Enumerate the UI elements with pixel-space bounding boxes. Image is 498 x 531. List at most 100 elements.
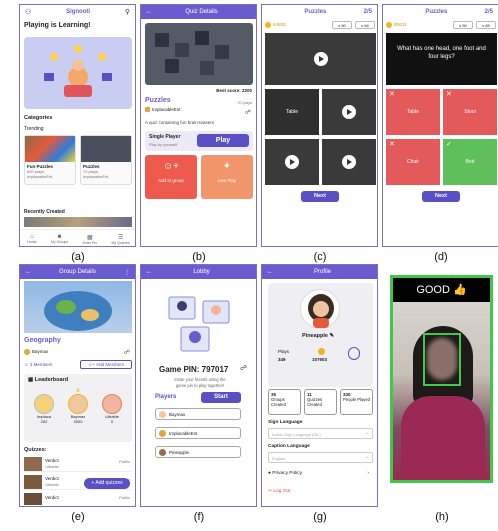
question-video[interactable]	[265, 33, 376, 85]
woman-avatar	[308, 294, 334, 328]
single-player-label: Single Player	[149, 134, 181, 140]
start-button[interactable]: Start	[201, 392, 241, 403]
next-button[interactable]: Next	[422, 191, 460, 202]
back-icon[interactable]: ←	[146, 9, 152, 15]
more-icon[interactable]: ⋮	[124, 269, 130, 276]
answer-video-3[interactable]	[265, 139, 319, 185]
next-button[interactable]: Next	[301, 191, 339, 202]
edit-icon[interactable]: ✎	[330, 333, 335, 339]
chevron-down-icon: ⌄	[364, 454, 369, 460]
quiz-cover-image	[145, 23, 253, 85]
recent-strip	[24, 217, 132, 227]
back-icon[interactable]: ←	[146, 269, 152, 275]
share-icon[interactable]: ☍	[245, 109, 251, 116]
answer-bed[interactable]: ✓ Bed	[443, 139, 497, 185]
answer-video-1[interactable]: Table	[265, 89, 319, 135]
answer-video-4[interactable]	[322, 139, 376, 185]
play-icon[interactable]	[285, 155, 299, 169]
question-panel: What has one head, one foot and four leg…	[386, 33, 497, 85]
shield-icon[interactable]	[348, 347, 360, 360]
fifty-fifty-lifeline[interactable]: x 50	[453, 21, 473, 29]
question-text: What has one head, one foot and four leg…	[397, 46, 486, 60]
caption-c: (c)	[313, 251, 327, 263]
play-icon[interactable]	[342, 105, 356, 119]
coin-count: 84803	[273, 22, 286, 27]
single-player-panel: Single Player Play by yourself Play	[145, 131, 253, 151]
back-icon[interactable]: ←	[267, 269, 273, 275]
fifty-fifty-lifeline[interactable]: x 50	[332, 21, 352, 29]
add-group-icon: ☺+	[162, 161, 180, 172]
card-author: ImplacableEnt	[83, 174, 109, 179]
group-cover-image	[24, 281, 132, 333]
quiz-topbar: ← Quiz Details	[141, 5, 256, 19]
quiz-row-1[interactable]: Verdict Ultrable Public	[24, 456, 132, 472]
result-banner: GOOD 👍	[393, 278, 490, 302]
back-icon[interactable]: ←	[25, 269, 31, 275]
bottom-nav: ⌂ Home ☻ My Groups ▦ Enter Pin ☰ My Quizzes	[20, 229, 135, 246]
share-icon[interactable]: ☍	[240, 364, 247, 372]
card-author: ImplacableEnt	[27, 174, 53, 179]
caption-g: (g)	[313, 511, 327, 523]
add-members-button[interactable]: ☺+ Add Members	[80, 360, 132, 369]
caption-language-label: Caption Language	[268, 444, 310, 449]
trending-card-2[interactable]: Puzzles 70 plays ImplacableEnt	[80, 135, 132, 185]
nav-home[interactable]: ⌂ Home	[27, 234, 36, 244]
caption-language-select[interactable]: English ⌄	[268, 452, 373, 463]
add-to-group-card[interactable]: ☺+ Add to group	[145, 155, 197, 199]
quiz-row-3[interactable]: Verdict Public	[24, 492, 132, 506]
leaderboard-panel: ▦ Leaderboard Implaca 202 ♛ Baymax 3000 …	[24, 374, 132, 442]
meditation-illustration	[44, 45, 112, 97]
trending-card-1[interactable]: Fun Puzzles 600 plays ImplacableEnt	[24, 135, 76, 185]
player-avatar	[159, 449, 166, 456]
screen-title: Lobby	[193, 269, 210, 275]
leader-3: Ultrable 0	[98, 394, 126, 424]
search-icon[interactable]: ⚲	[125, 8, 130, 16]
leader-avatar	[102, 394, 122, 414]
privacy-policy-link[interactable]: ● Privacy Policy ›	[268, 471, 373, 483]
live-play-card[interactable]: ✦ Live Play	[201, 155, 253, 199]
skip-lifeline[interactable]: x 65	[476, 21, 496, 29]
answer-chair[interactable]: ✕ Chair	[386, 139, 440, 185]
play-button[interactable]: Play	[197, 134, 249, 147]
answer-stool[interactable]: ✕ Stool	[443, 89, 497, 135]
screen-title: Group Details	[59, 269, 96, 275]
home-headline: Playing is Learning!	[24, 22, 91, 29]
add-quizzes-button[interactable]: + Add quizzes	[84, 478, 130, 489]
play-icon[interactable]	[313, 52, 328, 66]
screen-title: Quiz Details	[185, 9, 218, 15]
skip-lifeline[interactable]: x 64	[355, 21, 375, 29]
stat-groups: 35 Groups Created	[268, 389, 301, 415]
leaderboard-title: ▦ Leaderboard	[28, 377, 69, 383]
quiz-plays: 70 plays	[237, 100, 252, 105]
profile-icon[interactable]: ⚇	[25, 8, 31, 16]
answer-video-2[interactable]	[322, 89, 376, 135]
coin-icon	[318, 348, 325, 355]
lobby-topbar: ← Lobby	[141, 265, 256, 279]
members-link[interactable]: ☺ 3 Members	[24, 362, 52, 367]
quiz-thumb	[24, 457, 42, 471]
coin-icon	[265, 22, 271, 28]
answer-table[interactable]: ✕ Table	[386, 89, 440, 135]
progress: 2/5	[363, 9, 372, 15]
wrong-icon: ✕	[389, 91, 395, 98]
play-icon[interactable]	[342, 155, 356, 169]
share-icon[interactable]: ☍	[124, 349, 130, 356]
nav-quizzes[interactable]: ☰ My Quizzes	[111, 234, 129, 245]
sign-language-select[interactable]: Indian Sign Language (ISL) ⌄	[268, 428, 373, 439]
logout-button[interactable]: ⇨ Log Out	[268, 489, 373, 501]
card-title: Fun Puzzles	[27, 164, 54, 169]
hands-globe-image	[44, 291, 112, 331]
crown-icon: ♛	[75, 388, 81, 394]
nav-enter-pin[interactable]: ▦ Enter Pin	[83, 234, 97, 245]
leader-avatar	[68, 394, 88, 414]
quiz-thumb	[24, 475, 42, 489]
quiz-thumb	[24, 493, 42, 505]
puzzle-thumbnail	[81, 136, 131, 162]
leader-avatar	[34, 394, 54, 414]
rubiks-cube-thumbnail	[25, 136, 75, 162]
stat-people: 330 People Played	[340, 389, 373, 415]
quiz-description: A quiz containing fun brain-teasers	[145, 120, 215, 125]
nav-groups[interactable]: ☻ My Groups	[51, 234, 68, 244]
profile-topbar: ← Profile	[262, 265, 377, 279]
face-detection-box	[423, 333, 461, 386]
